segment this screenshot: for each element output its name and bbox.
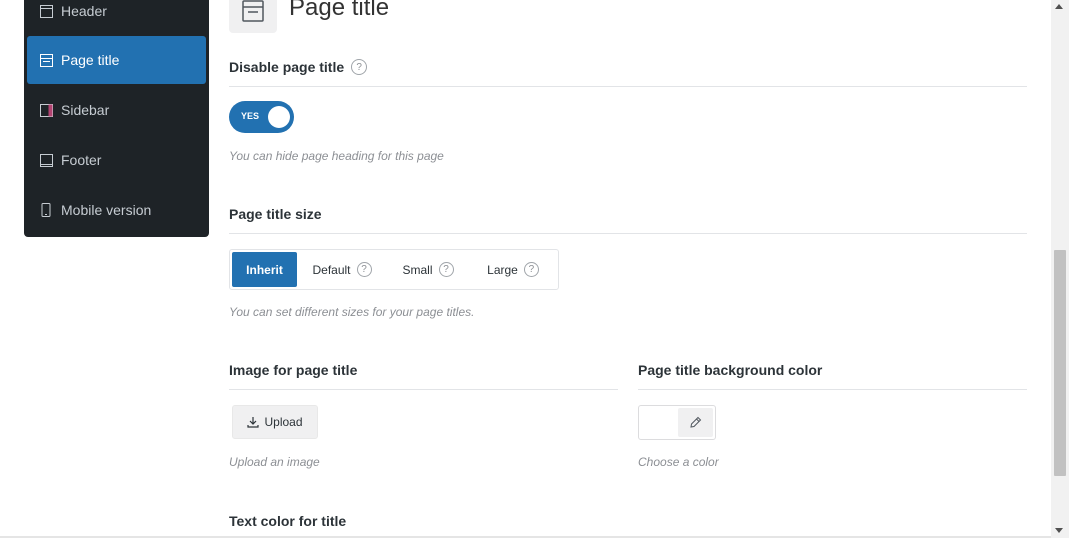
sidebar-item-label: Page title bbox=[61, 52, 120, 68]
text-color-label: Text color for title bbox=[229, 513, 346, 529]
title-size-selector: Inherit Default ? Small ? Large ? bbox=[229, 249, 559, 290]
title-size-option-large[interactable]: Large ? bbox=[480, 252, 546, 287]
eyedropper-icon[interactable] bbox=[678, 408, 713, 437]
label-text: Page title background color bbox=[638, 362, 823, 378]
label-text: Image for page title bbox=[229, 362, 358, 378]
bg-color-picker[interactable] bbox=[638, 405, 716, 440]
option-label: Default bbox=[312, 262, 351, 277]
title-size-option-inherit[interactable]: Inherit bbox=[232, 252, 297, 287]
title-size-option-small[interactable]: Small ? bbox=[396, 252, 460, 287]
divider bbox=[229, 86, 1027, 87]
options-sidebar: Header Page title Sidebar Footer Mobile … bbox=[24, 0, 209, 237]
scroll-down-icon[interactable] bbox=[1055, 528, 1063, 533]
help-icon[interactable]: ? bbox=[438, 262, 454, 277]
sidebar-item-footer[interactable]: Footer bbox=[27, 136, 206, 184]
divider bbox=[229, 233, 1027, 234]
scroll-up-icon[interactable] bbox=[1055, 4, 1063, 9]
page-title-layout-icon bbox=[39, 53, 53, 67]
option-label: Small bbox=[402, 262, 433, 277]
scroll-thumb[interactable] bbox=[1054, 250, 1066, 476]
vertical-scrollbar[interactable] bbox=[1051, 0, 1069, 538]
divider bbox=[638, 389, 1027, 390]
label-text: Page title size bbox=[229, 206, 322, 222]
sidebar-item-page-title[interactable]: Page title bbox=[27, 36, 206, 84]
title-size-option-default[interactable]: Default ? bbox=[304, 252, 380, 287]
sidebar-item-label: Header bbox=[61, 3, 107, 19]
sidebar-item-mobile-version[interactable]: Mobile version bbox=[27, 186, 206, 234]
sidebar-layout-icon bbox=[39, 103, 53, 117]
title-image-description: Upload an image bbox=[229, 455, 320, 469]
toggle-label: YES bbox=[241, 111, 260, 121]
help-icon[interactable]: ? bbox=[523, 262, 539, 277]
help-icon[interactable]: ? bbox=[351, 59, 368, 75]
page-title-layout-icon bbox=[229, 0, 277, 33]
sidebar-item-label: Footer bbox=[61, 152, 102, 168]
upload-button[interactable]: Upload bbox=[232, 405, 318, 439]
download-icon bbox=[247, 417, 260, 428]
sidebar-item-label: Sidebar bbox=[61, 102, 110, 118]
title-size-description: You can set different sizes for your pag… bbox=[229, 305, 475, 319]
bg-color-description: Choose a color bbox=[638, 455, 719, 469]
toggle-knob bbox=[268, 106, 290, 128]
upload-button-label: Upload bbox=[264, 415, 303, 429]
sidebar-item-label: Mobile version bbox=[61, 202, 152, 218]
disable-title-toggle[interactable]: YES bbox=[229, 101, 294, 133]
header-layout-icon bbox=[39, 4, 53, 18]
title-image-label: Image for page title bbox=[229, 362, 357, 378]
option-label: Large bbox=[487, 262, 518, 277]
disable-title-label: Disable page title ? bbox=[229, 59, 368, 75]
title-size-label: Page title size bbox=[229, 206, 322, 222]
sidebar-item-header[interactable]: Header bbox=[27, 0, 206, 35]
disable-title-description: You can hide page heading for this page bbox=[229, 149, 444, 163]
divider bbox=[229, 389, 618, 390]
option-label: Inherit bbox=[246, 262, 283, 277]
mobile-icon bbox=[39, 203, 53, 217]
help-icon[interactable]: ? bbox=[356, 262, 372, 277]
page-title: Page title bbox=[289, 0, 390, 21]
bg-color-label: Page title background color bbox=[638, 362, 822, 378]
sidebar-item-sidebar[interactable]: Sidebar bbox=[27, 86, 206, 134]
label-text: Text color for title bbox=[229, 513, 347, 529]
label-text: Disable page title bbox=[229, 59, 345, 75]
footer-layout-icon bbox=[39, 153, 53, 167]
